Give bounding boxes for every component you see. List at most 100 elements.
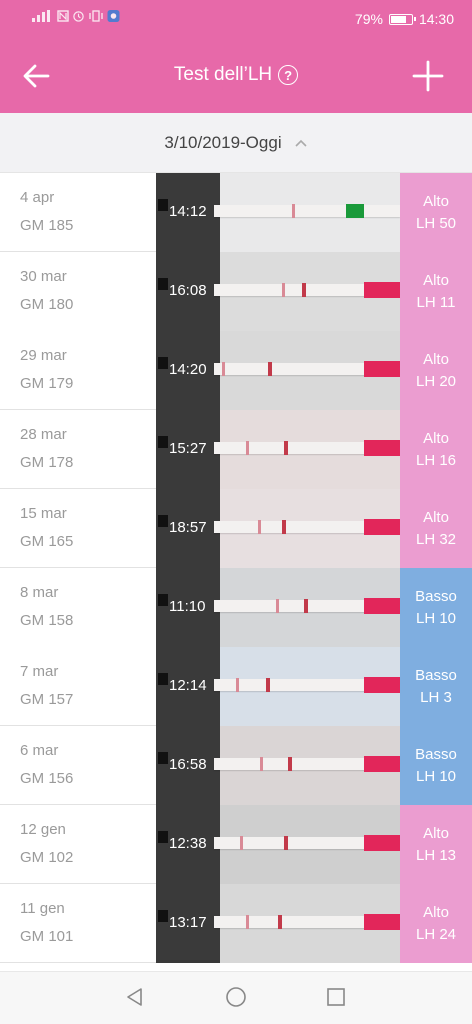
test-strip-photo: 11:10 bbox=[156, 568, 400, 647]
cycle-day: GM 101 bbox=[20, 928, 74, 945]
date-range-selector[interactable]: 3/10/2019-Oggi bbox=[0, 113, 472, 173]
test-date: 4 apr bbox=[20, 189, 55, 206]
test-strip bbox=[214, 205, 400, 217]
cycle-day: GM 178 bbox=[20, 454, 74, 471]
test-strip-photo: 16:08 bbox=[156, 252, 400, 331]
nav-back-icon[interactable] bbox=[124, 986, 146, 1008]
list-item[interactable]: 6 mar GM 156 16:58 Basso LH 10 bbox=[0, 726, 472, 805]
strip-handle bbox=[364, 756, 400, 772]
control-line bbox=[282, 520, 286, 534]
nav-recent-icon[interactable] bbox=[326, 987, 346, 1007]
chevron-up-icon bbox=[295, 139, 307, 147]
control-line bbox=[278, 915, 282, 929]
max-mark bbox=[158, 199, 168, 211]
result-badge: Alto LH 20 bbox=[400, 331, 472, 410]
row-divider bbox=[0, 962, 156, 963]
strip-handle bbox=[364, 835, 400, 851]
help-icon[interactable]: ? bbox=[278, 65, 299, 85]
test-time: 18:57 bbox=[169, 519, 207, 536]
nav-home-icon[interactable] bbox=[225, 986, 247, 1008]
max-mark bbox=[158, 910, 168, 922]
system-nav-bar bbox=[0, 971, 472, 1024]
control-line bbox=[346, 204, 364, 218]
test-strip-photo: 16:58 bbox=[156, 726, 400, 805]
result-badge: Alto LH 16 bbox=[400, 410, 472, 489]
list-item[interactable]: 28 mar GM 178 15:27 Alto LH 16 bbox=[0, 410, 472, 489]
battery-fill bbox=[390, 15, 406, 23]
cycle-day: GM 180 bbox=[20, 296, 74, 313]
test-line bbox=[276, 599, 279, 613]
test-line bbox=[292, 204, 295, 218]
lh-value: LH 11 bbox=[416, 294, 456, 311]
list-item[interactable]: 30 mar GM 180 16:08 Alto LH 11 bbox=[0, 252, 472, 331]
result-badge: Basso LH 10 bbox=[400, 726, 472, 805]
lh-value: LH 50 bbox=[415, 215, 457, 232]
test-time: 16:58 bbox=[169, 756, 207, 773]
cycle-day: GM 156 bbox=[20, 770, 74, 787]
nfc-icon bbox=[57, 10, 69, 22]
list-item[interactable]: 4 apr GM 185 14:12 Alto LH 50 bbox=[0, 173, 472, 252]
result-level: Basso bbox=[415, 588, 457, 605]
test-time: 16:08 bbox=[169, 282, 207, 299]
result-badge: Basso LH 10 bbox=[400, 568, 472, 647]
result-level: Alto bbox=[423, 272, 449, 289]
strip-handle bbox=[364, 914, 400, 930]
test-line bbox=[240, 836, 243, 850]
control-line bbox=[284, 836, 288, 850]
result-badge: Alto LH 13 bbox=[400, 805, 472, 884]
list-item[interactable]: 15 mar GM 165 18:57 Alto LH 32 bbox=[0, 489, 472, 568]
lh-value: LH 16 bbox=[415, 452, 457, 469]
test-time: 13:17 bbox=[169, 914, 207, 931]
lh-value: LH 13 bbox=[415, 847, 457, 864]
result-level: Alto bbox=[423, 904, 449, 921]
control-line bbox=[268, 362, 272, 376]
test-time: 14:12 bbox=[169, 203, 207, 220]
cycle-day: GM 157 bbox=[20, 691, 74, 708]
alarm-icon bbox=[73, 11, 84, 22]
test-strip-photo: 18:57 bbox=[156, 489, 400, 568]
cycle-day: GM 158 bbox=[20, 612, 74, 629]
battery-icon bbox=[388, 13, 416, 25]
max-mark bbox=[158, 357, 168, 369]
strip-handle bbox=[364, 598, 400, 614]
lh-value: LH 10 bbox=[415, 768, 457, 785]
list-item[interactable]: 7 mar GM 157 12:14 Basso LH 3 bbox=[0, 647, 472, 726]
test-line bbox=[258, 520, 261, 534]
title-wrap: Test dell’LH ? bbox=[0, 64, 472, 86]
test-line bbox=[260, 757, 263, 771]
control-line bbox=[288, 757, 292, 771]
list-item[interactable]: 11 gen GM 101 13:17 Alto LH 24 bbox=[0, 884, 472, 963]
test-list: 4 apr GM 185 14:12 Alto LH 50 30 mar GM 180 16:… bbox=[0, 173, 472, 971]
cycle-day: GM 165 bbox=[20, 533, 74, 550]
strip-handle bbox=[364, 440, 400, 456]
test-time: 15:27 bbox=[169, 440, 207, 457]
test-date: 30 mar bbox=[20, 268, 67, 285]
app-bar: Test dell’LH ? bbox=[0, 40, 472, 113]
lh-value: LH 10 bbox=[415, 610, 457, 627]
test-strip-photo: 15:27 bbox=[156, 410, 400, 489]
control-line bbox=[266, 678, 270, 692]
strip-handle bbox=[364, 677, 400, 693]
result-level: Basso bbox=[415, 667, 457, 684]
test-time: 14:20 bbox=[169, 361, 207, 378]
result-badge: Basso LH 3 bbox=[400, 647, 472, 726]
result-badge: Alto LH 11 bbox=[400, 252, 472, 331]
vibrate-icon bbox=[89, 10, 103, 22]
result-level: Basso bbox=[415, 746, 457, 763]
control-line bbox=[304, 599, 308, 613]
lh-value: LH 24 bbox=[415, 926, 457, 943]
test-time: 11:10 bbox=[169, 598, 206, 615]
list-item[interactable]: 8 mar GM 158 11:10 Basso LH 10 bbox=[0, 568, 472, 647]
status-icons bbox=[32, 10, 120, 22]
list-item[interactable]: 29 mar GM 179 14:20 Alto LH 20 bbox=[0, 331, 472, 410]
result-level: Alto bbox=[423, 193, 449, 210]
page-title: Test dell’LH bbox=[173, 64, 273, 85]
result-badge: Alto LH 32 bbox=[400, 489, 472, 568]
list-item[interactable]: 12 gen GM 102 12:38 Alto LH 13 bbox=[0, 805, 472, 884]
plus-icon[interactable] bbox=[410, 58, 446, 94]
test-time: 12:38 bbox=[169, 835, 207, 852]
max-mark bbox=[158, 436, 168, 448]
test-strip-photo: 13:17 bbox=[156, 884, 400, 963]
lh-value: LH 20 bbox=[415, 373, 457, 390]
result-level: Alto bbox=[423, 509, 449, 526]
